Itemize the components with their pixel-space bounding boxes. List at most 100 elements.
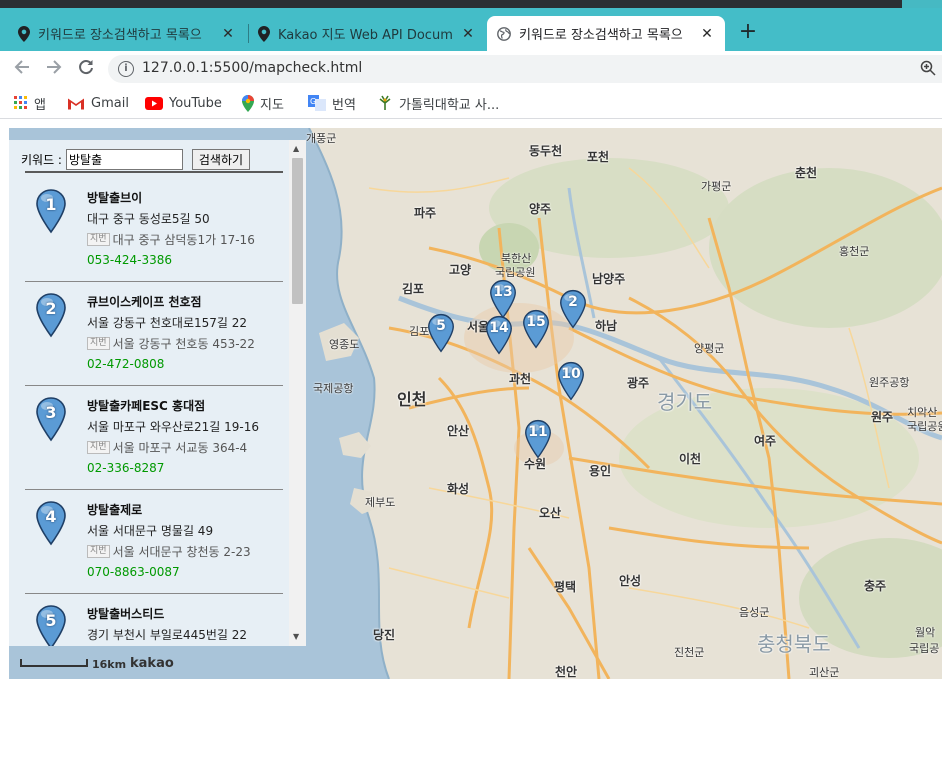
- location-pin-icon: [258, 25, 270, 42]
- svg-text:G: G: [310, 97, 316, 106]
- tab-1[interactable]: 키워드로 장소검색하고 목록으 ✕: [8, 16, 246, 51]
- university-logo-icon: [379, 95, 391, 110]
- map-place-label: 여주: [754, 434, 777, 448]
- tab-3-active[interactable]: 키워드로 장소검색하고 목록으 ✕: [487, 16, 725, 51]
- list-item[interactable]: 1 방탈출브이 대구 중구 동성로5길 50 지번 대구 중구 삼덕동1가 17-16 0…: [25, 178, 283, 282]
- globe-icon: [497, 26, 511, 41]
- map-marker-14[interactable]: 14: [485, 314, 513, 356]
- address-bar[interactable]: i 127.0.0.1:5500/mapcheck.html: [108, 55, 942, 83]
- map-place-label: 음성군: [739, 606, 770, 619]
- map-place-label: 괴산군: [809, 666, 840, 679]
- search-button[interactable]: 검색하기: [191, 148, 250, 170]
- map-place-label: 오산: [539, 506, 562, 520]
- map-place-label: 개풍군: [306, 132, 337, 145]
- results-scrollbar[interactable]: ▲ ▼: [289, 140, 306, 646]
- tab-2[interactable]: Kakao 지도 Web API Docum ✕: [248, 16, 486, 51]
- window-top-bar: [0, 0, 942, 8]
- youtube-icon: [145, 96, 163, 110]
- list-item[interactable]: 3 방탈출카페ESC 홍대점서울 마포구 와우산로21길 19-16 지번 서울 마포…: [25, 386, 283, 490]
- tab-title: Kakao 지도 Web API Docum: [278, 28, 453, 43]
- back-arrow-icon[interactable]: [11, 58, 33, 80]
- bookmark-youtube[interactable]: YouTube: [145, 93, 222, 113]
- bookmark-label: YouTube: [169, 95, 222, 111]
- info-icon[interactable]: i: [118, 61, 134, 77]
- bookmark-label: Gmail: [91, 95, 129, 111]
- scroll-down-arrow-icon[interactable]: ▼: [293, 632, 299, 641]
- marker-number: 3: [45, 403, 57, 422]
- tab-strip: 키워드로 장소검색하고 목록으 ✕ Kakao 지도 Web API Docum…: [0, 0, 942, 51]
- map-place-label: 국제공항: [313, 382, 354, 395]
- jibun-badge: 지번: [87, 441, 110, 454]
- bookmark-apps[interactable]: 앱: [14, 93, 46, 113]
- search-form: 키워드 : 검색하기: [21, 146, 286, 172]
- tab-close-icon[interactable]: ✕: [699, 26, 715, 42]
- place-name: 방탈출브이: [87, 191, 143, 205]
- marker-number-icon: 1: [35, 188, 67, 234]
- map-place-label: 당진: [373, 628, 396, 642]
- marker-number: 1: [45, 195, 57, 214]
- marker-number-icon: 4: [35, 500, 67, 546]
- marker-number-icon: 3: [35, 396, 67, 442]
- bookmark-label: 번역: [332, 97, 356, 113]
- marker-number: 11: [528, 424, 548, 440]
- marker-number: 4: [45, 507, 57, 526]
- map-marker-15[interactable]: 15: [522, 308, 550, 350]
- phone-number: 02-472-0808: [87, 357, 165, 371]
- list-item[interactable]: 4 방탈출제로 서울 서대문구 명물길 49 지번 서울 서대문구 창천동 2-23 07…: [25, 490, 283, 594]
- jibun-badge: 지번: [87, 233, 110, 246]
- marker-number: 14: [489, 320, 509, 336]
- road-address: 서울 강동구 천호대로157길 22: [87, 316, 248, 330]
- scroll-up-arrow-icon[interactable]: ▲: [293, 144, 299, 153]
- road-address: 서울 마포구 와우산로21길 19-16: [87, 420, 259, 434]
- bookmark-gmail[interactable]: Gmail: [67, 93, 129, 113]
- kakao-logo: kakao: [130, 656, 174, 671]
- bookmark-catholic-university[interactable]: 가톨릭대학교 사...: [377, 93, 499, 113]
- jibun-badge: 지번: [87, 545, 110, 558]
- map-place-label: 하남: [595, 319, 618, 333]
- phone-number: 070-8863-0087: [87, 565, 180, 579]
- list-item[interactable]: 2 큐브이스케이프 천호점 서울 강동구 천호대로157길 22 지번 서울 강동구 천…: [25, 282, 283, 386]
- map-place-label: 파주: [414, 206, 437, 220]
- jibun-address: 대구 중구 삼덕동1가 17-16: [112, 233, 255, 247]
- place-name: 방탈출카페ESC 홍대점: [87, 399, 206, 413]
- zoom-icon[interactable]: [920, 60, 936, 80]
- map-place-label: 이천: [679, 452, 702, 466]
- map-marker-11[interactable]: 11: [524, 418, 552, 460]
- url-text: 127.0.0.1:5500/mapcheck.html: [142, 60, 363, 76]
- road-address: 경기 부천시 부일로445번길 22: [87, 628, 248, 642]
- translate-icon: G: [308, 95, 326, 111]
- bookmark-label: 지도: [260, 97, 284, 113]
- list-item[interactable]: 5 방탈출버스티드 경기 부천시 부일로445번길 22: [25, 594, 283, 646]
- bookmark-maps[interactable]: 지도: [242, 93, 284, 113]
- jibun-badge: 지번: [87, 337, 110, 350]
- scale-bar: [20, 659, 88, 667]
- map-place-label: 안산: [447, 424, 470, 438]
- scrollbar-thumb[interactable]: [292, 158, 303, 304]
- map-place-label: 고양: [449, 263, 472, 277]
- new-tab-button[interactable]: +: [736, 20, 760, 44]
- tab-close-icon[interactable]: ✕: [220, 26, 236, 42]
- forward-arrow-icon[interactable]: [43, 58, 65, 80]
- map-marker-10[interactable]: 10: [557, 360, 585, 402]
- jibun-address: 서울 마포구 서교동 364-4: [112, 441, 248, 455]
- divider: [25, 171, 283, 173]
- map-place-label: 제부도: [365, 496, 396, 509]
- keyword-label: 키워드 :: [21, 152, 62, 167]
- map-place-label: 화성: [447, 482, 470, 496]
- reload-icon[interactable]: [75, 58, 97, 80]
- marker-number: 5: [436, 318, 446, 334]
- road-address: 서울 서대문구 명물길 49: [87, 524, 214, 538]
- bookmark-translate[interactable]: G 번역: [308, 93, 356, 113]
- map-marker-5[interactable]: 5: [427, 312, 455, 354]
- map-marker-2[interactable]: 2: [559, 288, 587, 330]
- map-place-label: 국립공원: [907, 420, 942, 433]
- map-place-label: 안성: [619, 574, 642, 588]
- location-pin-icon: [18, 25, 30, 42]
- tab-close-icon[interactable]: ✕: [460, 26, 476, 42]
- marker-number: 13: [493, 284, 513, 300]
- tab-title: 키워드로 장소검색하고 목록으: [519, 28, 683, 43]
- jibun-address: 서울 강동구 천호동 453-22: [112, 337, 255, 351]
- gmail-icon: [67, 96, 85, 110]
- map-place-label: 원주: [871, 410, 894, 424]
- keyword-input[interactable]: [65, 148, 183, 170]
